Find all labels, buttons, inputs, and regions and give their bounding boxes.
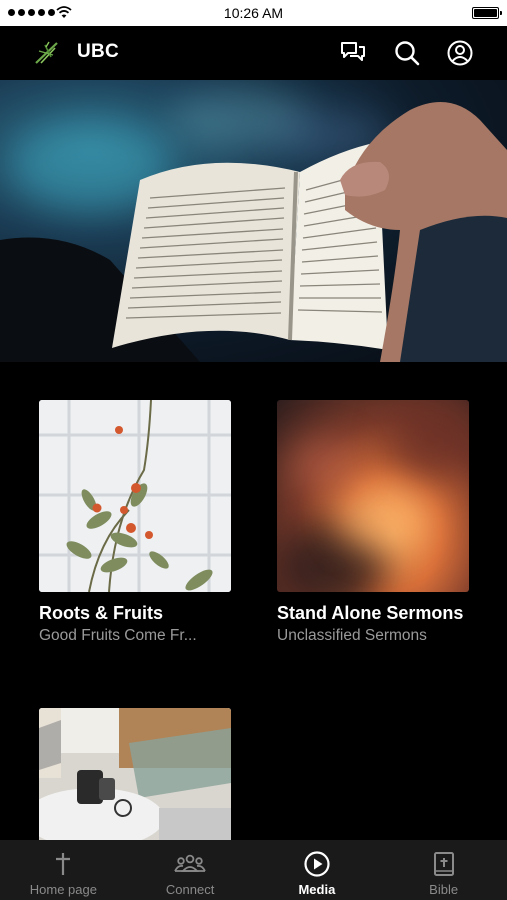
- nav-label: Bible: [429, 882, 459, 897]
- chat-icon[interactable]: [339, 39, 367, 67]
- search-icon[interactable]: [393, 39, 421, 67]
- nav-label: Connect: [165, 882, 215, 897]
- nav-bible[interactable]: Bible: [380, 840, 507, 900]
- nav-home-page[interactable]: Home page: [0, 840, 127, 900]
- series-title: Roots & Fruits: [39, 603, 163, 623]
- series-thumbnail: [39, 708, 231, 840]
- series-thumbnail: [277, 400, 469, 592]
- account-icon[interactable]: [446, 39, 474, 67]
- series-title: Stand Alone Sermons: [277, 603, 464, 623]
- series-subtitle: Good Fruits Come Fr...: [39, 627, 197, 644]
- bible-icon: [433, 852, 454, 876]
- ubc-logo-icon: [35, 41, 58, 64]
- series-card-stand-alone-sermons[interactable]: Stand Alone Sermons Unclassified Sermons: [277, 400, 469, 646]
- nav-media[interactable]: Media: [254, 840, 381, 900]
- status-bar: 10:26 AM: [0, 0, 507, 26]
- open-bible-illustration: [0, 102, 507, 362]
- series-thumbnail: [39, 400, 231, 592]
- app-header: UBC: [0, 26, 507, 80]
- battery-icon: [472, 7, 502, 19]
- series-card-roots-fruits[interactable]: Roots & Fruits Good Fruits Come Fr...: [39, 400, 231, 646]
- people-icon: [174, 854, 206, 872]
- cross-icon: [56, 853, 71, 875]
- app-title: UBC: [77, 41, 120, 62]
- nav-connect[interactable]: Connect: [127, 840, 254, 900]
- nav-label: Home page: [29, 882, 97, 897]
- play-circle-icon: [304, 851, 330, 877]
- series-subtitle: Unclassified Sermons: [277, 627, 427, 644]
- hero-image: [0, 80, 507, 362]
- series-card-3[interactable]: [39, 708, 231, 840]
- bottom-navigation: Home page Connect Media Bible: [0, 840, 507, 900]
- nav-label: Media: [298, 882, 336, 897]
- status-time: 10:26 AM: [223, 5, 284, 21]
